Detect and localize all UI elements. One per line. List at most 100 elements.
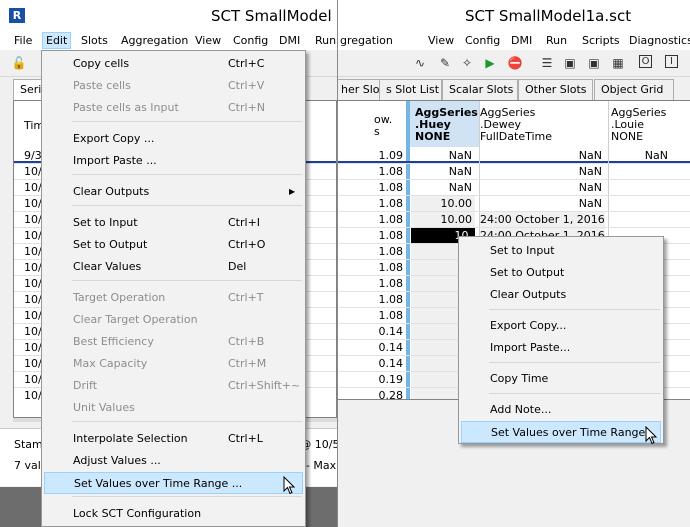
- cell-value[interactable]: 0.14: [339, 340, 404, 356]
- menu-run[interactable]: Run: [315, 34, 336, 47]
- info-icon[interactable]: I: [665, 55, 678, 68]
- menu-item-lock-sct-configuration[interactable]: Lock SCT Configuration: [44, 503, 303, 525]
- menu-config[interactable]: Config: [233, 34, 268, 47]
- menu-item-clear-outputs[interactable]: Clear Outputs ▶: [44, 181, 303, 203]
- cell-value[interactable]: 1.08: [339, 180, 404, 196]
- cell-value[interactable]: 1.08: [339, 196, 404, 212]
- menu-scripts[interactable]: Scripts: [582, 34, 620, 47]
- menu-item-import-paste[interactable]: Import Paste ...: [44, 150, 303, 172]
- menu-item-drift[interactable]: Drift Ctrl+Shift+~: [44, 375, 303, 397]
- menu-run[interactable]: Run: [546, 34, 567, 47]
- menu-file[interactable]: File: [14, 34, 32, 47]
- menu-item-paste-cells[interactable]: Paste cells Ctrl+V: [44, 75, 303, 97]
- runner-icon[interactable]: ✧: [459, 55, 475, 71]
- columns-icon[interactable]: ☰: [539, 55, 555, 71]
- context-item-set-to-output[interactable]: Set to Output: [461, 262, 661, 284]
- menu-item-set-to-output[interactable]: Set to Output Ctrl+O: [44, 234, 303, 256]
- menu-item-copy-cells[interactable]: Copy cells Ctrl+C: [44, 53, 303, 75]
- cell-value[interactable]: 0.28: [339, 388, 404, 399]
- object-icon[interactable]: O: [639, 55, 652, 68]
- cell-value[interactable]: 1.08: [339, 308, 404, 324]
- menu-item-clear-values[interactable]: Clear Values Del: [44, 256, 303, 278]
- cell-louie[interactable]: [609, 164, 671, 180]
- context-item-add-note[interactable]: Add Note...: [461, 399, 661, 421]
- cell-dewey[interactable]: 24:00 October 1, 2016: [480, 212, 605, 228]
- cell-value[interactable]: 1.08: [339, 228, 404, 244]
- cell-value[interactable]: 1.09: [339, 148, 404, 164]
- menu-aggregation[interactable]: gregation: [340, 34, 393, 47]
- cell-value[interactable]: 1.08: [339, 292, 404, 308]
- row-time-label: 10/: [24, 325, 42, 338]
- tab-slot-list[interactable]: s Slot List: [379, 79, 442, 100]
- cell-value[interactable]: 1.08: [339, 276, 404, 292]
- cell-value[interactable]: 1.08: [339, 244, 404, 260]
- cell-louie[interactable]: [609, 196, 671, 212]
- cell-huey[interactable]: 10.00: [411, 212, 475, 228]
- expand-icon[interactable]: ▦: [610, 55, 626, 71]
- menu-item-clear-target-operation[interactable]: Clear Target Operation: [44, 309, 303, 331]
- menu-item-shortcut: Ctrl+I: [228, 216, 261, 229]
- menu-item-target-operation[interactable]: Target Operation Ctrl+T: [44, 287, 303, 309]
- menu-dmi[interactable]: DMI: [511, 34, 532, 47]
- menu-item-label: Clear Outputs: [490, 288, 567, 301]
- col-louie-l3[interactable]: NONE: [611, 129, 643, 145]
- context-item-copy-time[interactable]: Copy Time: [461, 368, 661, 390]
- play-icon[interactable]: ▶: [482, 55, 498, 71]
- menu-edit[interactable]: Edit: [42, 32, 72, 49]
- cell-dewey[interactable]: NaN: [480, 180, 605, 196]
- context-item-export-copy[interactable]: Export Copy...: [461, 315, 661, 337]
- menu-item-export-copy[interactable]: Export Copy ...: [44, 128, 303, 150]
- col-huey-l3[interactable]: NONE: [415, 129, 450, 145]
- menu-slots[interactable]: Slots: [81, 34, 108, 47]
- menu-item-paste-cells-as-input[interactable]: Paste cells as Input Ctrl+N: [44, 97, 303, 119]
- context-item-set-values-over-time-range[interactable]: Set Values over Time Range...: [461, 421, 661, 443]
- cell-huey[interactable]: NaN: [411, 148, 475, 164]
- cell-value[interactable]: 1.08: [339, 260, 404, 276]
- menu-config[interactable]: Config: [465, 34, 500, 47]
- context-item-set-to-input[interactable]: Set to Input: [461, 240, 661, 262]
- col-dewey-l3[interactable]: FullDateTime: [480, 129, 552, 145]
- mouse-cursor-icon: [645, 426, 657, 445]
- cell-huey[interactable]: NaN: [411, 164, 475, 180]
- menu-item-set-values-over-time-range[interactable]: Set Values over Time Range ...: [44, 472, 303, 494]
- cell-value[interactable]: 1.08: [339, 212, 404, 228]
- menu-item-unit-values[interactable]: Unit Values: [44, 397, 303, 419]
- cell-louie[interactable]: [609, 180, 671, 196]
- tab-scalar-slots[interactable]: Scalar Slots: [442, 79, 518, 100]
- menu-diagnostics[interactable]: Diagnostics: [629, 34, 690, 47]
- menu-aggregation[interactable]: Aggregation: [121, 34, 188, 47]
- cell-dewey[interactable]: NaN: [480, 148, 605, 164]
- cell-louie[interactable]: [609, 212, 671, 228]
- tab-other-slots-partial[interactable]: her Slot: [338, 79, 384, 100]
- menu-item-shortcut: Ctrl+V: [228, 79, 265, 92]
- menu-view[interactable]: View: [195, 34, 221, 47]
- menu-item-max-capacity[interactable]: Max Capacity Ctrl+M: [44, 353, 303, 375]
- chart-icon[interactable]: ∿: [412, 55, 428, 71]
- menu-item-interpolate-selection[interactable]: Interpolate Selection Ctrl+L: [44, 428, 303, 450]
- stop-icon[interactable]: ⛔: [507, 55, 523, 71]
- menu-view[interactable]: View: [428, 34, 454, 47]
- cell-huey[interactable]: NaN: [411, 180, 475, 196]
- tab-object-grid[interactable]: Object Grid: [594, 79, 674, 100]
- cell-dewey[interactable]: NaN: [480, 164, 605, 180]
- menu-dmi[interactable]: DMI: [279, 34, 300, 47]
- cell-huey[interactable]: 10.00: [411, 196, 475, 212]
- context-item-clear-outputs[interactable]: Clear Outputs: [461, 284, 661, 306]
- cell-value[interactable]: 0.14: [339, 324, 404, 340]
- cell-value[interactable]: 0.19: [339, 372, 404, 388]
- menu-item-set-to-input[interactable]: Set to Input Ctrl+I: [44, 212, 303, 234]
- align-bottom-icon[interactable]: ▣: [562, 55, 578, 71]
- row-time-label: 10/: [24, 309, 42, 322]
- cell-louie[interactable]: NaN: [609, 148, 671, 164]
- row-time-label: 10/: [24, 341, 42, 354]
- tab-other-slots[interactable]: Other Slots: [518, 79, 593, 100]
- cell-dewey[interactable]: NaN: [480, 196, 605, 212]
- menu-item-best-efficiency[interactable]: Best Efficiency Ctrl+B: [44, 331, 303, 353]
- align-top-icon[interactable]: ▣: [586, 55, 602, 71]
- cell-value[interactable]: 1.08: [339, 164, 404, 180]
- context-item-import-paste[interactable]: Import Paste...: [461, 337, 661, 359]
- pencil-chart-icon[interactable]: ✎: [437, 55, 453, 71]
- lock-icon[interactable]: 🔓: [11, 55, 27, 71]
- menu-item-adjust-values[interactable]: Adjust Values ...: [44, 450, 303, 472]
- cell-value[interactable]: 0.14: [339, 356, 404, 372]
